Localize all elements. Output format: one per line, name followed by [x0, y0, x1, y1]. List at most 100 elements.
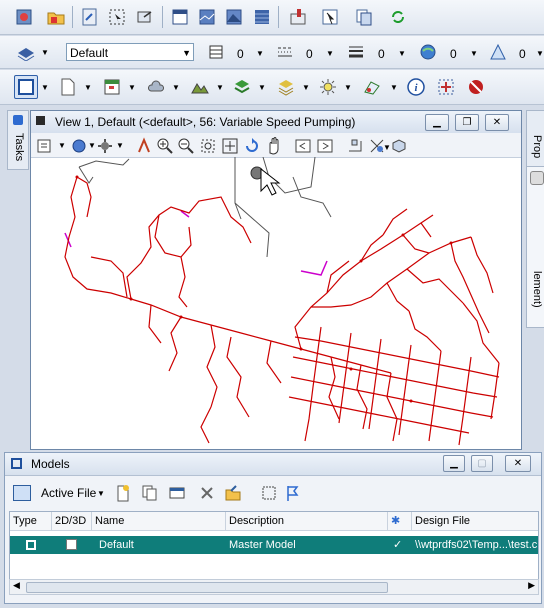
col-2d3d[interactable]: 2D/3D	[52, 512, 92, 530]
chevron-down-icon[interactable]: ▼	[398, 49, 406, 58]
network-drawing[interactable]	[31, 157, 519, 447]
chevron-down-icon[interactable]: ▼	[116, 141, 124, 150]
table-icon[interactable]	[100, 75, 124, 99]
minimize-button[interactable]: ▁	[425, 114, 449, 131]
tasks-panel-tab[interactable]: Tasks	[7, 110, 29, 170]
col-design-file[interactable]: Design File	[412, 512, 538, 530]
key-in-icon[interactable]	[286, 5, 310, 29]
close-button[interactable]: ✕	[485, 114, 509, 131]
priority-icon[interactable]	[486, 40, 510, 64]
col-type[interactable]: Type	[10, 512, 52, 530]
reference-icon[interactable]	[133, 5, 157, 29]
models-dialog: Models ▁ ▢ ✕ Active File ▼ Type 2D/3D Na…	[4, 452, 542, 604]
chevron-down-icon[interactable]: ▼	[390, 83, 398, 92]
select-all-icon[interactable]	[257, 481, 281, 505]
level-manager-icon[interactable]	[14, 40, 38, 64]
chevron-down-icon[interactable]: ▼	[216, 83, 224, 92]
properties-panel-tab[interactable]: Prop	[526, 110, 544, 168]
chevron-down-icon[interactable]: ▼	[470, 49, 478, 58]
view-title-bar: View 1, Default (<default>, 56: Variable…	[31, 111, 521, 134]
chevron-down-icon[interactable]: ▼	[58, 141, 66, 150]
element-selection-icon[interactable]	[318, 5, 342, 29]
next-view-icon[interactable]	[313, 134, 337, 158]
window-icon[interactable]	[14, 75, 38, 99]
delete-icon[interactable]	[195, 481, 219, 505]
terrain-icon[interactable]	[188, 75, 212, 99]
refresh-icon[interactable]	[386, 5, 410, 29]
close-button[interactable]: ✕	[505, 455, 531, 472]
transparency-icon[interactable]	[416, 40, 440, 64]
col-name[interactable]: Name	[92, 512, 226, 530]
copy-icon[interactable]	[352, 5, 376, 29]
no-entry-icon[interactable]	[464, 75, 488, 99]
import-model-icon[interactable]	[221, 481, 245, 505]
chevron-down-icon[interactable]: ▼	[326, 49, 334, 58]
scroll-left-icon[interactable]: ◀	[13, 580, 20, 591]
layers-icon[interactable]	[230, 75, 254, 99]
raster-icon[interactable]	[195, 5, 219, 29]
color-icon[interactable]	[204, 40, 228, 64]
new-model-icon[interactable]	[111, 481, 135, 505]
element-panel-tab[interactable]: lement)	[526, 166, 544, 328]
camera-icon[interactable]	[387, 134, 411, 158]
weight-value: 0	[378, 47, 385, 61]
line-style-icon[interactable]	[273, 40, 297, 64]
open-icon[interactable]	[44, 5, 68, 29]
settings-icon[interactable]	[93, 134, 117, 158]
model-properties-icon[interactable]	[165, 481, 189, 505]
chevron-down-icon[interactable]: ▼	[41, 48, 49, 57]
horizontal-scrollbar[interactable]: ◀ ▶	[9, 579, 539, 595]
view-attributes-icon[interactable]	[33, 134, 57, 158]
document-icon[interactable]	[56, 75, 80, 99]
chevron-down-icon[interactable]: ▼	[258, 83, 266, 92]
chevron-down-icon[interactable]: ▼	[172, 83, 180, 92]
active-file-label[interactable]: Active File	[41, 486, 96, 500]
snap-icon[interactable]	[434, 75, 458, 99]
chevron-down-icon[interactable]: ▼	[302, 83, 310, 92]
chevron-down-icon[interactable]: ▼	[128, 83, 136, 92]
import-icon[interactable]	[78, 5, 102, 29]
view-window[interactable]: View 1, Default (<default>, 56: Variable…	[30, 110, 522, 450]
select-icon[interactable]	[105, 5, 129, 29]
display-style-icon[interactable]	[250, 5, 274, 29]
new-file-icon[interactable]	[12, 5, 36, 29]
col-description[interactable]: Description	[226, 512, 388, 530]
line-weight-icon[interactable]	[344, 40, 368, 64]
row-2d3d-checkbox[interactable]	[66, 539, 77, 550]
scroll-right-icon[interactable]: ▶	[528, 580, 535, 591]
rotate-icon[interactable]	[240, 134, 264, 158]
fit-view-icon[interactable]	[218, 134, 242, 158]
chevron-down-icon[interactable]: ▼	[84, 83, 92, 92]
chevron-down-icon[interactable]: ▼	[97, 489, 105, 498]
col-sparkle[interactable]: ✱	[388, 512, 412, 530]
priority-value: 0	[519, 47, 526, 61]
flag-icon[interactable]	[281, 481, 305, 505]
copy-model-icon[interactable]	[137, 481, 161, 505]
zoom-out-icon[interactable]	[174, 134, 198, 158]
pan-icon[interactable]	[262, 134, 286, 158]
cloud-icon[interactable]	[144, 75, 168, 99]
chevron-down-icon[interactable]: ▼	[41, 83, 49, 92]
restore-button[interactable]: ▢	[471, 455, 493, 472]
minimize-button[interactable]: ▁	[443, 455, 465, 472]
separator	[72, 6, 73, 28]
clip-volume-icon[interactable]	[343, 134, 367, 158]
models-icon	[11, 458, 22, 469]
view-menu-icon[interactable]	[36, 116, 45, 125]
stack-icon[interactable]	[274, 75, 298, 99]
saved-view-icon[interactable]	[222, 5, 246, 29]
row-name: Default	[99, 539, 134, 551]
previous-view-icon[interactable]	[291, 134, 315, 158]
chevron-down-icon[interactable]: ▼	[256, 49, 264, 58]
level-combo[interactable]: Default ▼	[66, 43, 194, 61]
model-icon[interactable]	[168, 5, 192, 29]
table-row[interactable]: Default Master Model ✓ \\wtprdfs02\Temp.…	[10, 536, 538, 554]
window-area-icon[interactable]	[196, 134, 220, 158]
restore-button[interactable]: ❐	[455, 114, 479, 131]
chevron-down-icon[interactable]: ▼	[344, 83, 352, 92]
chevron-down-icon[interactable]: ▼	[536, 49, 544, 58]
animation-icon[interactable]	[360, 75, 384, 99]
light-icon[interactable]	[316, 75, 340, 99]
help-icon[interactable]: i	[404, 75, 428, 99]
scroll-thumb[interactable]	[26, 582, 388, 593]
